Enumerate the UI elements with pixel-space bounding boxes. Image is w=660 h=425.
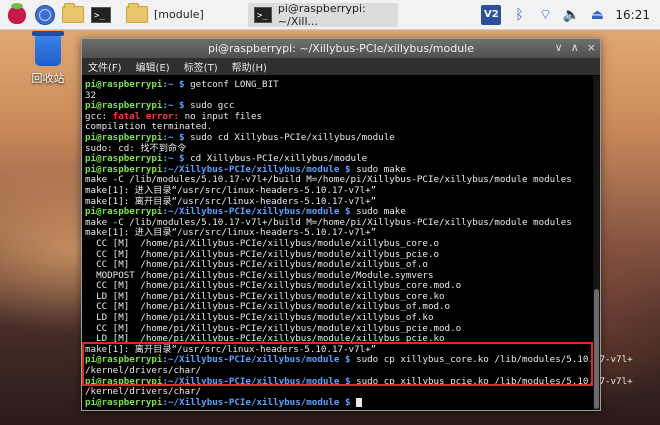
system-tray: V2 ᛒ ⌔ 🔈 ⏏ 16:21 xyxy=(481,4,660,25)
menu-help[interactable]: 帮助(H) xyxy=(232,59,267,74)
prompt-user: pi@raspberrypi xyxy=(85,375,163,387)
prompt-user: pi@raspberrypi xyxy=(85,153,163,165)
bluetooth-icon[interactable]: ᛒ xyxy=(511,7,527,23)
terminal-line: pi@raspberrypi:~/Xillybus-PCIe/xillybus/… xyxy=(85,396,597,409)
trash-icon xyxy=(32,31,64,66)
command-text: sudo cp xillybus_pcie.ko /lib/modules/5.… xyxy=(356,375,633,387)
folder-icon xyxy=(126,3,148,23)
terminal-output[interactable]: pi@raspberrypi:~ $ getconf LONG_BIT 32 pi@… xyxy=(82,76,633,410)
prompt-path: :~/Xillybus-PCIe/xillybus/module $ xyxy=(162,396,357,408)
taskbar-item-label: [module] xyxy=(154,8,204,21)
file-manager-launcher[interactable] xyxy=(62,3,84,26)
eject-icon[interactable]: ⏏ xyxy=(589,7,605,23)
error-label: fatal error: xyxy=(112,110,185,122)
scrollbar-thumb[interactable] xyxy=(594,289,599,409)
close-icon[interactable]: × xyxy=(587,41,596,54)
terminal-launcher[interactable]: >_ xyxy=(90,4,112,26)
minimize-icon[interactable]: ∨ xyxy=(555,41,563,54)
window-titlebar[interactable]: pi@raspberrypi: ~/Xillybus-PCIe/xillybus… xyxy=(82,39,600,58)
vnc-icon[interactable]: V2 xyxy=(481,4,502,25)
taskbar-item-terminal[interactable]: >_ pi@raspberrypi: ~/Xill... xyxy=(248,1,398,28)
command-text: sudo cd Xillybus-PCIe/xillybus/module xyxy=(190,131,395,143)
desktop-trash-label: 回收站 xyxy=(31,72,65,85)
terminal-scrollbar[interactable] xyxy=(593,76,600,410)
command-text: sudo cp xillybus_core.ko /lib/modules/5.… xyxy=(356,354,633,366)
browser-launcher[interactable] xyxy=(34,4,56,26)
wifi-icon[interactable]: ⌔ xyxy=(537,7,553,23)
prompt-user: pi@raspberrypi xyxy=(85,100,163,112)
terminal-line: CC [M] /home/pi/Xillybus-PCIe/xillybus/m… xyxy=(85,237,440,249)
raspberry-icon xyxy=(8,2,26,24)
error-prefix: gcc: xyxy=(85,110,113,122)
prompt-path: :~/Xillybus-PCIe/xillybus/module $ xyxy=(162,206,357,218)
prompt-path: :~ $ xyxy=(162,131,191,143)
prompt-path: :~ $ xyxy=(162,100,191,112)
command-text: sudo make xyxy=(356,163,406,175)
prompt-user: pi@raspberrypi xyxy=(85,206,163,218)
desktop-trash[interactable]: 回收站 xyxy=(26,31,70,86)
folder-icon xyxy=(62,3,84,23)
command-text: sudo make xyxy=(356,206,406,218)
raspberry-menu-button[interactable] xyxy=(6,2,28,26)
prompt-path: :~ $ xyxy=(162,79,191,90)
prompt-user: pi@raspberrypi xyxy=(85,79,163,90)
maximize-icon[interactable]: ∧ xyxy=(571,41,579,54)
menu-tabs[interactable]: 标签(T) xyxy=(184,59,218,74)
taskbar: >_ [module] >_ pi@raspberrypi: ~/Xill...… xyxy=(0,0,660,30)
prompt-user: pi@raspberrypi xyxy=(85,396,163,408)
window-controls: ∨ ∧ × xyxy=(555,41,596,54)
terminal-line: make[1]: 进入目录“/usr/src/linux-headers-5.1… xyxy=(85,184,377,196)
taskbar-item-label: pi@raspberrypi: ~/Xill... xyxy=(277,1,366,28)
terminal-cursor xyxy=(356,397,363,407)
command-text: getconf LONG_BIT xyxy=(190,79,279,90)
volume-icon[interactable]: 🔈 xyxy=(563,7,580,23)
window-title: pi@raspberrypi: ~/Xillybus-PCIe/xillybus… xyxy=(208,42,474,55)
prompt-path: :~/Xillybus-PCIe/xillybus/module $ xyxy=(162,375,357,387)
prompt-path: :~/Xillybus-PCIe/xillybus/module $ xyxy=(162,354,357,366)
command-text: cd Xillybus-PCIe/xillybus/module xyxy=(190,153,368,165)
prompt-path: :~ $ xyxy=(162,153,191,165)
terminal-icon: >_ xyxy=(91,6,111,23)
prompt-user: pi@raspberrypi xyxy=(85,131,163,143)
error-text: no input files xyxy=(184,110,263,122)
terminal-line: pi@raspberrypi:~ $ sudo cd Xillybus-PCIe… xyxy=(85,131,597,144)
prompt-user: pi@raspberrypi xyxy=(85,163,163,175)
terminal-line: pi@raspberrypi:~ $ getconf LONG_BIT xyxy=(85,79,597,91)
clock[interactable]: 16:21 xyxy=(615,8,650,22)
terminal-icon: >_ xyxy=(254,6,272,23)
menubar: 文件(F) 编辑(E) 标签(T) 帮助(H) xyxy=(82,58,600,75)
terminal-window: pi@raspberrypi: ~/Xillybus-PCIe/xillybus… xyxy=(81,38,633,411)
prompt-path: :~/Xillybus-PCIe/xillybus/module $ xyxy=(162,163,357,175)
command-text: sudo gcc xyxy=(190,100,235,112)
taskbar-item-module-folder[interactable]: [module] xyxy=(120,3,240,27)
menu-file[interactable]: 文件(F) xyxy=(88,59,122,74)
prompt-user: pi@raspberrypi xyxy=(85,354,163,366)
menu-edit[interactable]: 编辑(E) xyxy=(136,59,170,74)
globe-icon xyxy=(35,4,55,25)
